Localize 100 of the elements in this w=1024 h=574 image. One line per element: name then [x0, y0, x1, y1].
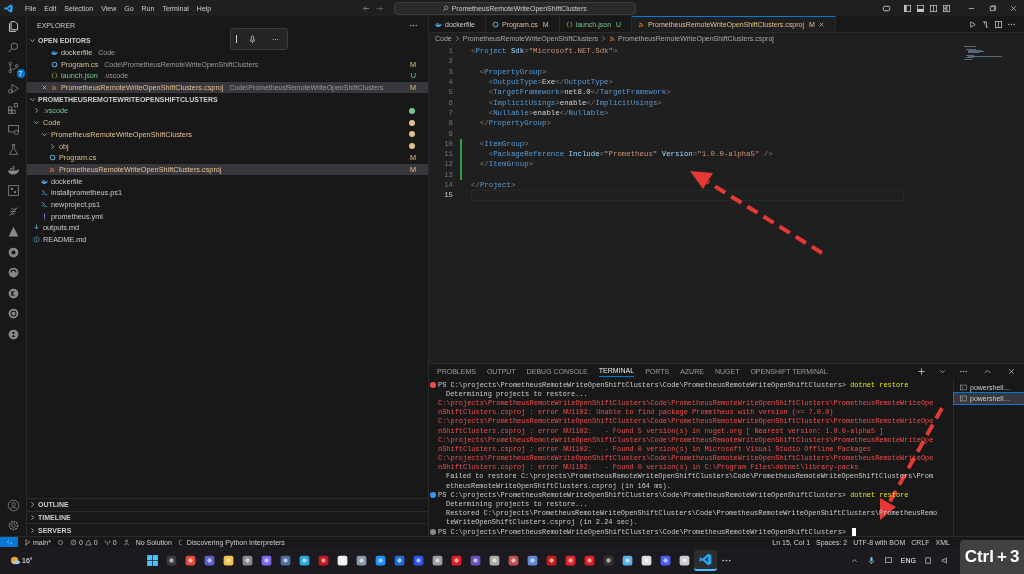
app-icon[interactable] [430, 554, 444, 567]
app-icon[interactable] [544, 554, 558, 567]
error-icon [69, 538, 77, 546]
app-icon[interactable] [278, 554, 292, 567]
app-icon[interactable] [297, 554, 311, 567]
source-control-icon[interactable] [6, 61, 20, 74]
rss-file-icon [51, 84, 58, 92]
microphone-icon[interactable] [248, 34, 258, 44]
branch-icon [24, 538, 31, 546]
chevron-right-icon[interactable] [49, 142, 56, 150]
app-icon[interactable] [658, 554, 672, 567]
account-icon[interactable] [6, 498, 20, 512]
layout-icon[interactable] [942, 3, 951, 13]
app-icon[interactable] [487, 554, 501, 567]
vscode-logo [4, 3, 13, 13]
app-icon[interactable] [639, 554, 653, 567]
app-icon[interactable] [525, 554, 539, 567]
chevron-down-icon[interactable] [29, 37, 36, 45]
sidebar-toggle-icon[interactable] [903, 3, 912, 13]
docker-icon [51, 49, 58, 57]
csharp-file-icon [491, 20, 499, 28]
chevron-down-icon[interactable] [939, 367, 946, 375]
download-icon [33, 224, 40, 232]
hourglass-icon[interactable] [6, 327, 20, 341]
cluster-icon[interactable] [6, 245, 20, 259]
sync-circle-icon[interactable] [6, 266, 20, 279]
close-icon[interactable] [817, 21, 825, 28]
warning-icon [84, 538, 92, 546]
app-icon[interactable] [506, 554, 520, 567]
close-icon[interactable] [41, 84, 48, 92]
whale-icon[interactable] [6, 163, 20, 177]
rss-file-icon [638, 21, 646, 28]
display-icon[interactable] [883, 556, 893, 565]
app-icon[interactable] [259, 554, 273, 567]
close-icon[interactable] [1007, 366, 1016, 376]
run-icon[interactable] [968, 19, 977, 29]
key-label: 3 [1009, 547, 1020, 567]
app-icon[interactable] [620, 554, 634, 567]
chevron-right-icon [453, 35, 461, 42]
app-icon[interactable] [164, 554, 178, 567]
braces-icon [565, 20, 573, 28]
app-icon[interactable] [563, 554, 577, 567]
rss-file-icon [49, 165, 56, 173]
antenna-icon [103, 538, 111, 546]
search-icon [442, 4, 450, 12]
remote-icon [5, 538, 13, 546]
braces-icon [51, 72, 58, 80]
chevron-up-icon[interactable] [849, 556, 859, 565]
search-icon[interactable] [6, 40, 20, 54]
chevron-down-icon[interactable] [29, 95, 36, 103]
microphone-icon[interactable] [866, 556, 876, 565]
person-icon[interactable] [122, 538, 130, 546]
app-icon[interactable] [354, 554, 368, 567]
app-icon[interactable] [392, 554, 406, 567]
csharp-file-icon [49, 154, 56, 162]
back-arrow-icon[interactable] [361, 3, 371, 13]
app-icon[interactable] [240, 554, 254, 567]
remote-explorer-icon[interactable] [6, 122, 20, 136]
powershell-icon [41, 189, 48, 197]
start-icon[interactable] [145, 554, 159, 567]
vscode-logo [698, 553, 712, 566]
extensions-icon[interactable] [6, 102, 20, 115]
command-marker[interactable] [430, 381, 436, 388]
settings-icon[interactable] [6, 519, 20, 532]
app-icon[interactable] [677, 554, 691, 567]
app-icon[interactable] [601, 554, 615, 567]
app-icon[interactable] [202, 554, 216, 567]
app-icon[interactable] [316, 554, 330, 567]
app-icon[interactable] [411, 554, 425, 567]
split-editor-icon[interactable] [994, 19, 1003, 29]
command-marker[interactable] [430, 491, 436, 498]
speaker-icon[interactable] [941, 556, 950, 565]
split-layout-icon[interactable] [929, 3, 938, 13]
taskbar-app[interactable] [693, 550, 717, 571]
flask-icon[interactable] [6, 143, 20, 156]
app-icon[interactable] [468, 554, 482, 567]
restore-icon[interactable] [988, 3, 997, 13]
files-icon[interactable] [6, 20, 20, 33]
csharp-file-icon [51, 60, 58, 68]
ring-icon[interactable] [6, 307, 20, 320]
run-debug-icon[interactable] [6, 81, 20, 95]
command-marker[interactable] [430, 528, 436, 535]
drag-handle-icon[interactable] [235, 35, 237, 43]
panel-toggle-icon[interactable] [916, 3, 925, 13]
app-icon[interactable] [335, 554, 349, 567]
grid-icon[interactable] [6, 184, 20, 197]
app-icon[interactable] [221, 554, 235, 567]
app-icon[interactable] [373, 554, 387, 567]
close-icon[interactable] [1009, 3, 1018, 13]
weather-icon [10, 555, 21, 566]
info-icon [33, 236, 40, 244]
kubernetes-icon[interactable] [6, 286, 20, 300]
triangle-icon[interactable] [6, 225, 20, 238]
app-icon[interactable] [582, 554, 596, 567]
app-icon[interactable] [183, 554, 197, 567]
key-label: + [996, 547, 1007, 567]
plus-icon[interactable] [917, 366, 926, 376]
chevron-right-icon[interactable] [33, 107, 40, 115]
sync-icon[interactable] [56, 538, 64, 546]
app-icon[interactable] [449, 554, 463, 567]
